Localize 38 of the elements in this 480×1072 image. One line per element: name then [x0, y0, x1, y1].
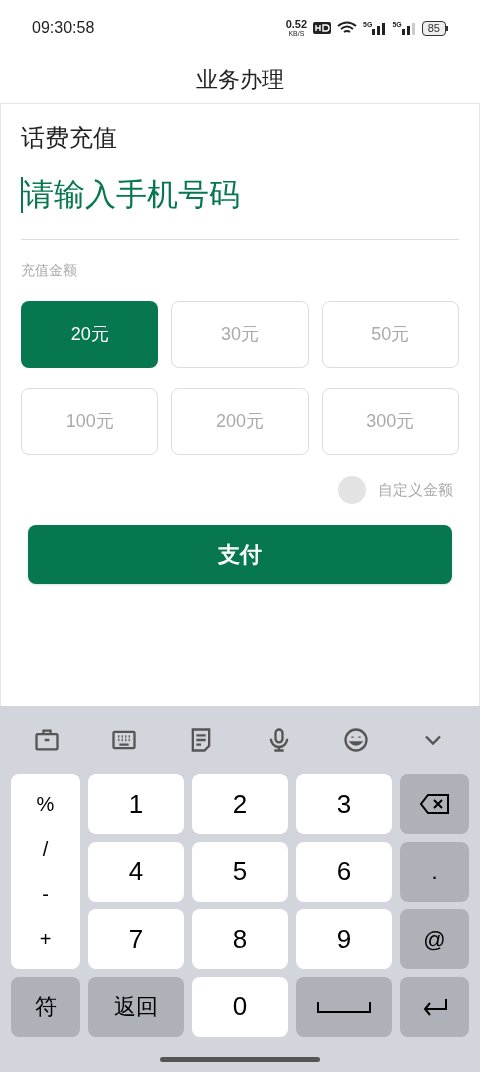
symbol-key[interactable]: . — [400, 841, 469, 902]
space-icon — [317, 1000, 371, 1013]
amount-option[interactable]: 20元 — [21, 301, 159, 368]
custom-amount-toggle[interactable] — [338, 476, 366, 504]
digit-key[interactable]: 1 — [88, 774, 184, 834]
digit-key[interactable]: 8 — [192, 909, 288, 969]
symbol-key[interactable]: - — [42, 878, 49, 909]
phone-input-field[interactable]: 请输入手机号码 — [21, 174, 459, 240]
symbol-key[interactable]: + — [39, 923, 52, 954]
hd-icon — [313, 22, 332, 34]
digit-key[interactable]: 7 — [88, 909, 184, 969]
emoji-icon[interactable] — [341, 726, 370, 754]
digit-key[interactable]: 0 — [192, 976, 288, 1037]
page-title: 业务办理 — [196, 66, 284, 94]
symbol-key[interactable]: @ — [400, 909, 469, 969]
function-key[interactable]: 返回 — [88, 976, 184, 1037]
custom-amount-label: 自定义金额 — [378, 479, 453, 500]
symbol-key[interactable]: / — [42, 834, 49, 865]
text-cursor — [21, 177, 23, 213]
digit-key[interactable]: 5 — [192, 841, 288, 902]
digit-key[interactable]: 2 — [192, 774, 288, 834]
space-key[interactable] — [296, 976, 392, 1037]
digit-key[interactable]: 3 — [296, 774, 392, 834]
enter-icon — [421, 997, 448, 1016]
digit-key[interactable]: 9 — [296, 909, 392, 969]
digit-key[interactable]: 6 — [296, 841, 392, 902]
enter-key[interactable] — [400, 976, 469, 1037]
digit-key[interactable]: 4 — [88, 841, 184, 902]
wifi-icon — [337, 21, 358, 35]
backspace-key[interactable] — [400, 774, 469, 834]
symbol-key[interactable]: % — [36, 789, 55, 820]
function-key[interactable]: 符 — [11, 976, 80, 1037]
status-time: 09:30:58 — [32, 18, 95, 38]
section-title: 话费充值 — [21, 123, 118, 153]
backspace-icon — [418, 793, 451, 815]
battery-indicator: 85 — [421, 20, 448, 36]
amount-label: 充值金额 — [21, 261, 78, 280]
pay-button[interactable]: 支付 — [28, 525, 452, 584]
